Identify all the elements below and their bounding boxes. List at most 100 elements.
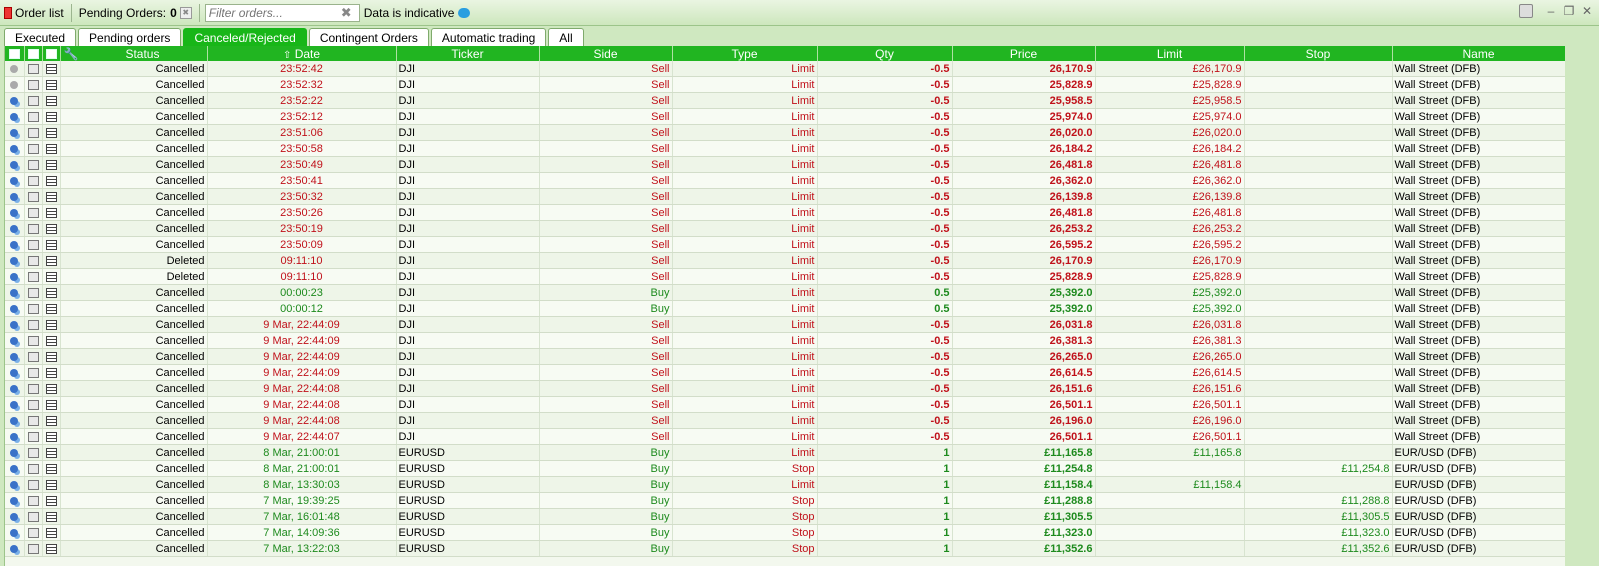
gear-icon[interactable] xyxy=(10,400,19,409)
table-row[interactable]: Cancelled 9 Mar, 22:44:09 DJI Sell Limit -0.5… xyxy=(5,364,1565,381)
details-icon[interactable] xyxy=(45,49,57,60)
details-icon[interactable] xyxy=(45,143,57,154)
details-icon[interactable] xyxy=(45,63,57,74)
edit-icon[interactable] xyxy=(27,95,39,106)
details-icon[interactable] xyxy=(45,367,57,378)
edit-icon[interactable] xyxy=(27,111,39,122)
table-row[interactable]: Cancelled 7 Mar, 16:01:48 EURUSD Buy Stop 1 £1… xyxy=(5,508,1565,525)
edit-icon[interactable] xyxy=(27,543,39,554)
add-order-icon[interactable] xyxy=(8,49,20,60)
edit-icon[interactable] xyxy=(27,511,39,522)
edit-icon[interactable] xyxy=(27,319,39,330)
table-row[interactable]: Cancelled 23:50:49 DJI Sell Limit -0.5 26,481.… xyxy=(5,156,1565,173)
edit-icon[interactable] xyxy=(27,479,39,490)
details-icon[interactable] xyxy=(45,495,57,506)
details-icon[interactable] xyxy=(45,527,57,538)
table-row[interactable]: Cancelled 23:50:26 DJI Sell Limit -0.5 26,481.… xyxy=(5,204,1565,221)
tab-contingent-orders[interactable]: Contingent Orders xyxy=(308,28,429,47)
table-row[interactable]: Cancelled 9 Mar, 22:44:09 DJI Sell Limit -0.5… xyxy=(5,316,1565,333)
gear-icon[interactable] xyxy=(10,368,19,377)
speech-bubble-icon[interactable] xyxy=(458,7,471,18)
gear-icon[interactable] xyxy=(10,288,19,297)
table-row[interactable]: Cancelled 8 Mar, 21:00:01 EURUSD Buy Limit 1 £… xyxy=(5,444,1565,461)
gear-icon[interactable] xyxy=(10,192,19,201)
table-row[interactable]: Cancelled 23:50:41 DJI Sell Limit -0.5 26,362.… xyxy=(5,172,1565,189)
close-icon[interactable]: ✕ xyxy=(1581,5,1593,17)
table-row[interactable]: Cancelled 9 Mar, 22:44:08 DJI Sell Limit -0.5… xyxy=(5,380,1565,397)
edit-icon[interactable] xyxy=(27,463,39,474)
details-icon[interactable] xyxy=(45,463,57,474)
gear-icon[interactable] xyxy=(10,496,19,505)
gear-icon[interactable] xyxy=(10,272,19,281)
header-status[interactable]: 🔧 Status xyxy=(60,46,208,61)
edit-icon[interactable] xyxy=(27,367,39,378)
gear-icon[interactable] xyxy=(10,256,19,265)
header-price[interactable]: Price xyxy=(952,46,1096,61)
edit-icon[interactable] xyxy=(27,127,39,138)
table-row[interactable]: Cancelled 7 Mar, 19:39:25 EURUSD Buy Stop 1 £1… xyxy=(5,492,1565,509)
gear-icon[interactable] xyxy=(10,464,19,473)
edit-icon[interactable] xyxy=(27,207,39,218)
gear-icon[interactable] xyxy=(10,224,19,233)
gear-icon[interactable] xyxy=(10,80,19,89)
header-limit[interactable]: Limit xyxy=(1095,46,1245,61)
details-icon[interactable] xyxy=(45,319,57,330)
details-icon[interactable] xyxy=(45,255,57,266)
table-row[interactable]: Cancelled 9 Mar, 22:44:09 DJI Sell Limit -0.5… xyxy=(5,332,1565,349)
header-side[interactable]: Side xyxy=(539,46,673,61)
header-qty[interactable]: Qty xyxy=(817,46,953,61)
edit-icon[interactable] xyxy=(27,271,39,282)
gear-icon[interactable] xyxy=(10,144,19,153)
details-icon[interactable] xyxy=(45,383,57,394)
edit-icon[interactable] xyxy=(27,49,39,60)
edit-icon[interactable] xyxy=(27,383,39,394)
tab-canceled-rejected[interactable]: Canceled/Rejected xyxy=(183,28,307,47)
edit-icon[interactable] xyxy=(27,495,39,506)
gear-icon[interactable] xyxy=(10,480,19,489)
edit-icon[interactable] xyxy=(27,399,39,410)
header-date[interactable]: ⇧ Date xyxy=(207,46,397,61)
table-row[interactable]: Cancelled 00:00:12 DJI Buy Limit 0.5 25,392.0 £… xyxy=(5,300,1565,317)
gear-icon[interactable] xyxy=(10,64,19,73)
gear-icon[interactable] xyxy=(10,544,19,553)
edit-icon[interactable] xyxy=(27,351,39,362)
table-row[interactable]: Cancelled 23:50:19 DJI Sell Limit -0.5 26,253.… xyxy=(5,220,1565,237)
details-icon[interactable] xyxy=(45,415,57,426)
details-icon[interactable] xyxy=(45,127,57,138)
edit-icon[interactable] xyxy=(27,447,39,458)
restore-icon[interactable]: ❐ xyxy=(1563,5,1575,17)
gear-icon[interactable] xyxy=(10,336,19,345)
header-ticker[interactable]: Ticker xyxy=(396,46,540,61)
table-row[interactable]: Cancelled 00:00:23 DJI Buy Limit 0.5 25,392.0 £… xyxy=(5,284,1565,301)
header-type[interactable]: Type xyxy=(672,46,818,61)
edit-icon[interactable] xyxy=(27,175,39,186)
gear-icon[interactable] xyxy=(10,112,19,121)
table-row[interactable]: Cancelled 23:52:12 DJI Sell Limit -0.5 25,974.… xyxy=(5,108,1565,125)
table-row[interactable]: Deleted 09:11:10 DJI Sell Limit -0.5 25,828.9 £… xyxy=(5,268,1565,285)
gear-icon[interactable] xyxy=(10,528,19,537)
tab-automatic-trading[interactable]: Automatic trading xyxy=(430,28,547,47)
details-icon[interactable] xyxy=(45,223,57,234)
table-row[interactable]: Cancelled 23:50:58 DJI Sell Limit -0.5 26,184.… xyxy=(5,140,1565,157)
gear-icon[interactable] xyxy=(10,448,19,457)
gear-icon[interactable] xyxy=(10,240,19,249)
edit-icon[interactable] xyxy=(27,303,39,314)
details-icon[interactable] xyxy=(45,111,57,122)
table-row[interactable]: Cancelled 8 Mar, 21:00:01 EURUSD Buy Stop 1 £1… xyxy=(5,460,1565,477)
details-icon[interactable] xyxy=(45,207,57,218)
clear-filter-icon[interactable]: ✖ xyxy=(341,5,352,21)
details-icon[interactable] xyxy=(45,399,57,410)
table-row[interactable]: Cancelled 9 Mar, 22:44:07 DJI Sell Limit -0.5… xyxy=(5,428,1565,445)
minimize-icon[interactable]: – xyxy=(1545,5,1557,17)
table-row[interactable]: Cancelled 9 Mar, 22:44:08 DJI Sell Limit -0.5… xyxy=(5,396,1565,413)
wrench-icon[interactable]: 🔧 xyxy=(61,47,79,61)
details-icon[interactable] xyxy=(45,543,57,554)
details-icon[interactable] xyxy=(45,159,57,170)
header-name[interactable]: Name xyxy=(1392,46,1565,61)
details-icon[interactable] xyxy=(45,511,57,522)
gear-icon[interactable] xyxy=(10,352,19,361)
edit-icon[interactable] xyxy=(27,255,39,266)
details-icon[interactable] xyxy=(45,271,57,282)
details-icon[interactable] xyxy=(45,447,57,458)
table-row[interactable]: Cancelled 23:52:22 DJI Sell Limit -0.5 25,958.… xyxy=(5,92,1565,109)
